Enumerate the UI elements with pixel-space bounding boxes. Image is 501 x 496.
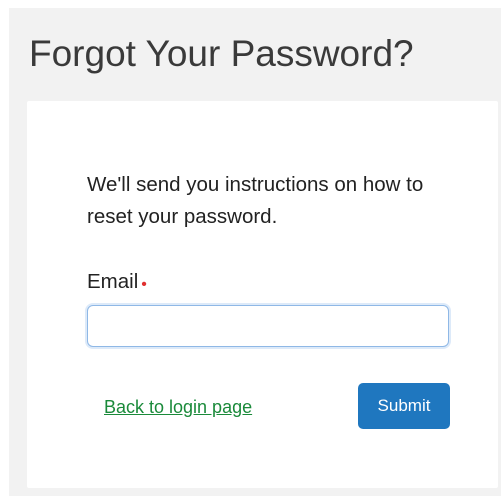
reset-form-card: We'll send you instructions on how to re… bbox=[27, 101, 498, 488]
email-label: Email • bbox=[87, 268, 147, 298]
submit-button[interactable]: Submit bbox=[358, 383, 450, 429]
required-indicator: • bbox=[141, 276, 147, 293]
back-to-login-link[interactable]: Back to login page bbox=[104, 395, 252, 419]
instructions-text: We'll send you instructions on how to re… bbox=[87, 173, 424, 228]
email-field[interactable] bbox=[87, 305, 449, 347]
page-title: Forgot Your Password? bbox=[29, 33, 414, 74]
email-label-text: Email bbox=[87, 270, 139, 293]
page-panel: Forgot Your Password? We'll send you ins… bbox=[9, 8, 501, 496]
